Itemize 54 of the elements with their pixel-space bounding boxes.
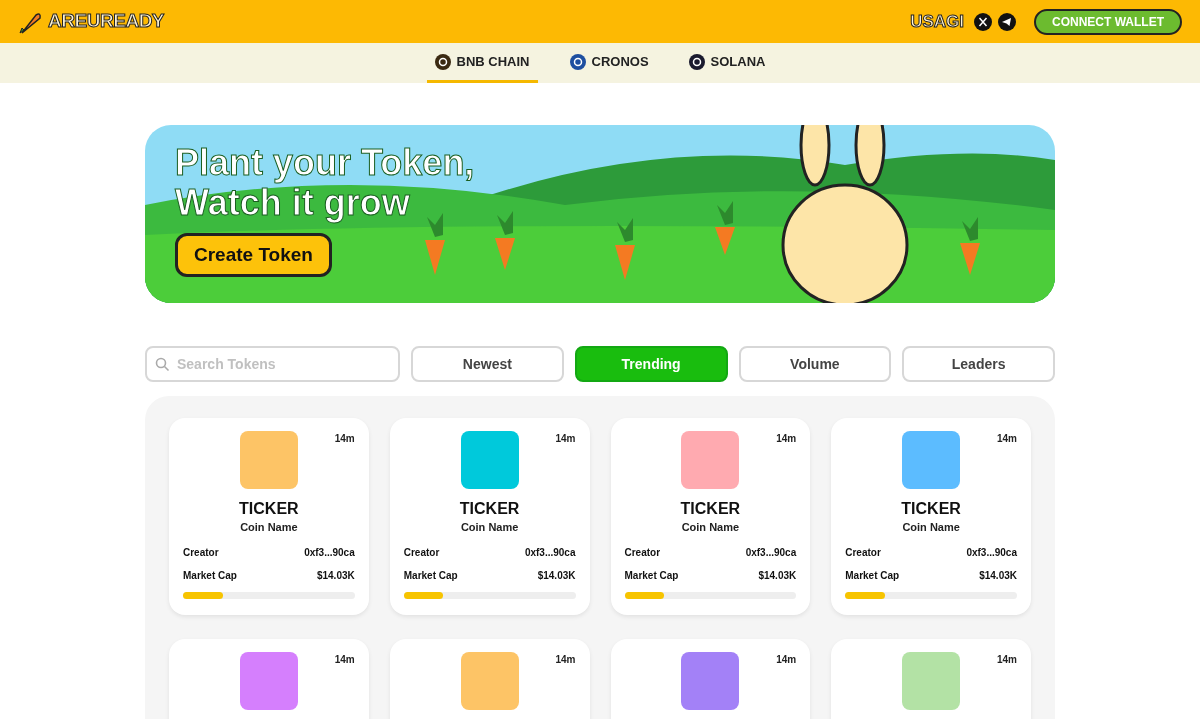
time-label: 14m bbox=[334, 653, 355, 667]
token-ticker: TICKER bbox=[239, 499, 299, 519]
token-card[interactable]: 14m TICKER Coin Name Creator 0xf3...90ca Market Cap $14.03K bbox=[610, 418, 811, 615]
market-cap-value: $14.03K bbox=[316, 569, 355, 583]
token-card[interactable]: 14m bbox=[389, 639, 590, 719]
search-field[interactable]: Search Tokens bbox=[145, 346, 400, 382]
address-text: 0xf3...90ca bbox=[745, 546, 797, 560]
token-ticker: TICKER bbox=[680, 499, 741, 519]
chain-tab[interactable]: BNB CHAIN bbox=[426, 43, 538, 83]
time-label: 14m bbox=[555, 653, 576, 667]
filter-tab[interactable]: Volume bbox=[738, 346, 892, 382]
chain-tab[interactable]: CRONOS bbox=[561, 43, 657, 83]
x-icon[interactable] bbox=[974, 12, 992, 31]
banner-title: Plant your Token, bbox=[175, 143, 475, 183]
telegram-icon[interactable] bbox=[998, 12, 1016, 31]
filter-tab[interactable]: Newest bbox=[411, 346, 564, 382]
time-label: 14m bbox=[334, 432, 355, 446]
label-text: Market Cap bbox=[403, 569, 458, 583]
address-text: 0xf3...90ca bbox=[524, 546, 576, 560]
time-label: 14m bbox=[776, 653, 797, 667]
coin-name: Coin Name bbox=[240, 520, 298, 535]
search-icon bbox=[155, 357, 170, 372]
filter-tab[interactable]: Leaders bbox=[902, 346, 1055, 382]
time-label: 14m bbox=[555, 432, 576, 446]
label-text: Creator bbox=[403, 546, 440, 560]
address-text: 0xf3...90ca bbox=[304, 546, 355, 560]
address-text: 0xf3...90ca bbox=[966, 546, 1017, 560]
time-label: 14m bbox=[997, 653, 1017, 667]
label-text: Creator bbox=[624, 546, 661, 560]
create-token-button[interactable]: Create Token bbox=[175, 233, 332, 277]
label-text: Creator bbox=[845, 546, 881, 560]
username: USAGI bbox=[910, 10, 964, 33]
label-text: Market Cap bbox=[845, 569, 900, 583]
label-text: Market Cap bbox=[183, 569, 237, 583]
label-text: Market Cap bbox=[624, 569, 679, 583]
token-card[interactable]: 14m bbox=[831, 639, 1031, 719]
token-card[interactable]: 14m bbox=[169, 639, 369, 719]
token-card[interactable]: 14m TICKER Coin Name Creator 0xf3...90ca Market Cap $14.03K bbox=[389, 418, 590, 615]
label-text: Creator bbox=[183, 546, 219, 560]
token-ticker: TICKER bbox=[459, 499, 520, 519]
coin-name: Coin Name bbox=[460, 520, 519, 535]
token-ticker: TICKER bbox=[901, 499, 961, 519]
coin-name: Coin Name bbox=[902, 520, 960, 535]
chain-tab[interactable]: SOLANA bbox=[680, 43, 774, 83]
market-cap-value: $14.03K bbox=[537, 569, 576, 583]
banner-title: Watch it grow bbox=[175, 183, 410, 223]
time-label: 14m bbox=[776, 432, 797, 446]
token-card[interactable]: 14m TICKER Coin Name Creator 0xf3...90ca Market Cap $14.03K bbox=[831, 418, 1031, 615]
token-card[interactable]: 14m bbox=[610, 639, 811, 719]
market-cap-value: $14.03K bbox=[979, 569, 1017, 583]
token-card[interactable]: 14m TICKER Coin Name Creator 0xf3...90ca Market Cap $14.03K bbox=[169, 418, 369, 615]
time-label: 14m bbox=[997, 432, 1017, 446]
market-cap-value: $14.03K bbox=[758, 569, 797, 583]
coin-name: Coin Name bbox=[681, 520, 740, 535]
